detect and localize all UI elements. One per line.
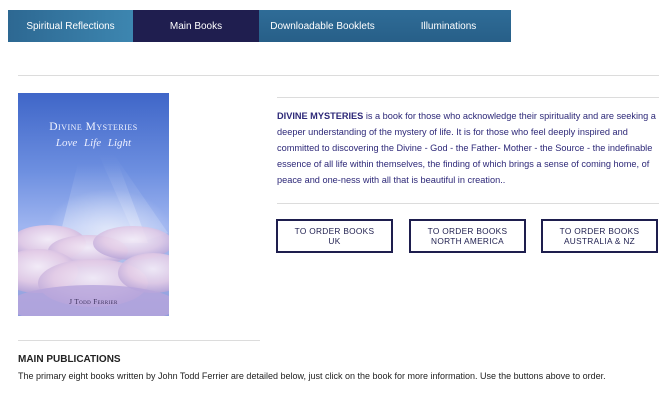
- book-name: DIVINE MYSTERIES: [277, 111, 364, 121]
- cover-title: Divine Mysteries: [49, 121, 138, 133]
- description-top-divider: [277, 97, 659, 98]
- tab-main-books[interactable]: Main Books: [133, 10, 259, 42]
- book-description-text: is a book for those who acknowledge thei…: [277, 111, 656, 185]
- order-na-line2: NORTH AMERICA: [431, 236, 504, 246]
- cover-author: J Todd Ferrier: [69, 298, 118, 306]
- publications-text: The primary eight books written by John …: [18, 371, 606, 381]
- order-books-north-america-button[interactable]: TO ORDER BOOKS NORTH AMERICA: [409, 219, 526, 253]
- cover-subtitle: Love Life Light: [55, 137, 132, 149]
- top-navigation: Spiritual Reflections Main Books Downloa…: [8, 10, 511, 42]
- publications-divider: [18, 340, 260, 341]
- order-na-line1: TO ORDER BOOKS: [427, 226, 508, 236]
- order-books-uk-button[interactable]: TO ORDER BOOKS UK: [276, 219, 393, 253]
- tab-illuminations[interactable]: Illuminations: [386, 10, 511, 42]
- order-books-australia-button[interactable]: TO ORDER BOOKS AUSTRALIA & NZ: [541, 219, 658, 253]
- tab-spiritual-reflections[interactable]: Spiritual Reflections: [8, 10, 133, 42]
- order-au-line2: AUSTRALIA & NZ: [563, 236, 636, 246]
- publications-heading: MAIN PUBLICATIONS: [18, 354, 121, 365]
- book-description: DIVINE MYSTERIES is a book for those who…: [277, 108, 662, 188]
- description-bottom-divider: [277, 203, 659, 204]
- tab-downloadable-booklets[interactable]: Downloadable Booklets: [259, 10, 386, 42]
- top-divider: [18, 75, 659, 76]
- order-uk-line1: TO ORDER BOOKS: [294, 226, 375, 236]
- order-au-line1: TO ORDER BOOKS: [559, 226, 640, 236]
- book-cover[interactable]: Divine Mysteries Love Life Light J Todd …: [18, 93, 169, 316]
- order-uk-line2: UK: [328, 236, 341, 246]
